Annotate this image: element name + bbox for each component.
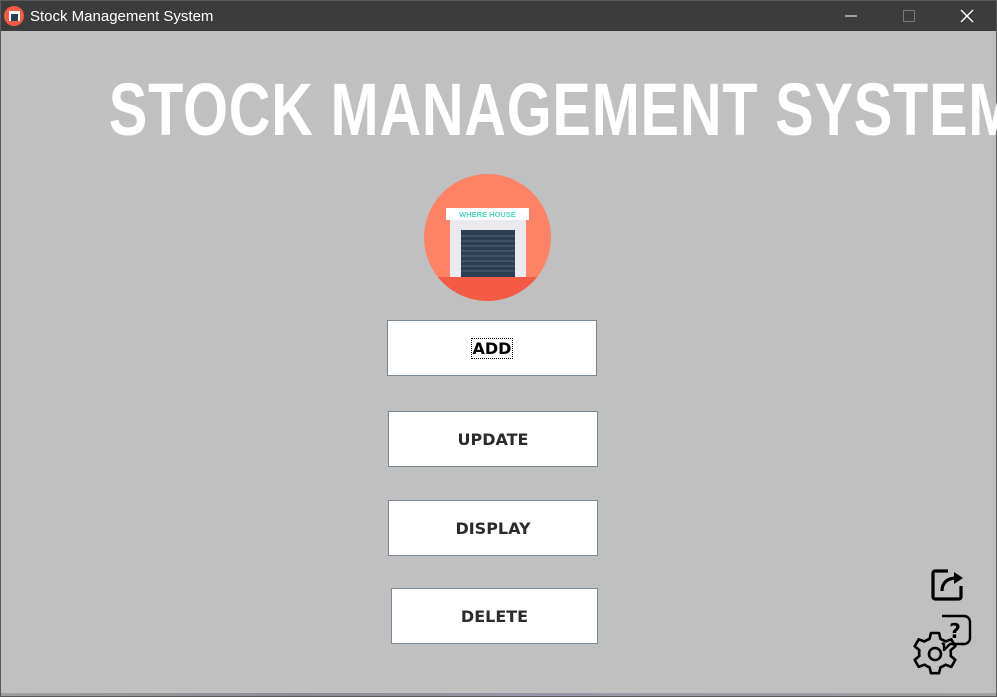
title-bar[interactable]: Stock Management System (1, 1, 996, 31)
logo-sign-text: WHERE HOUSE (459, 210, 516, 219)
window-title: Stock Management System (30, 7, 214, 25)
close-button[interactable] (938, 1, 996, 31)
delete-button-label: DELETE (460, 606, 529, 626)
bottom-edge-strip (1, 693, 996, 696)
update-button[interactable]: UPDATE (388, 411, 598, 467)
delete-button[interactable]: DELETE (391, 588, 598, 644)
settings-help-icon[interactable]: ? (910, 613, 974, 679)
page-title: STOCK MANAGEMENT SYSTEM (108, 68, 997, 151)
share-icon[interactable] (930, 566, 966, 602)
maximize-icon (903, 10, 915, 22)
add-button-label: ADD (470, 337, 514, 359)
app-window: Stock Management System STOCK MANAGEMENT… (0, 0, 997, 697)
close-icon (960, 9, 974, 23)
maximize-button[interactable] (880, 1, 938, 31)
minimize-icon (845, 15, 857, 17)
display-button-label: DISPLAY (455, 518, 531, 538)
minimize-button[interactable] (822, 1, 880, 31)
app-icon (4, 6, 24, 26)
add-button[interactable]: ADD (387, 320, 597, 376)
window-controls (822, 1, 996, 31)
warehouse-logo-icon: WHERE HOUSE (424, 174, 551, 301)
display-button[interactable]: DISPLAY (388, 500, 598, 556)
update-button-label: UPDATE (457, 429, 529, 449)
